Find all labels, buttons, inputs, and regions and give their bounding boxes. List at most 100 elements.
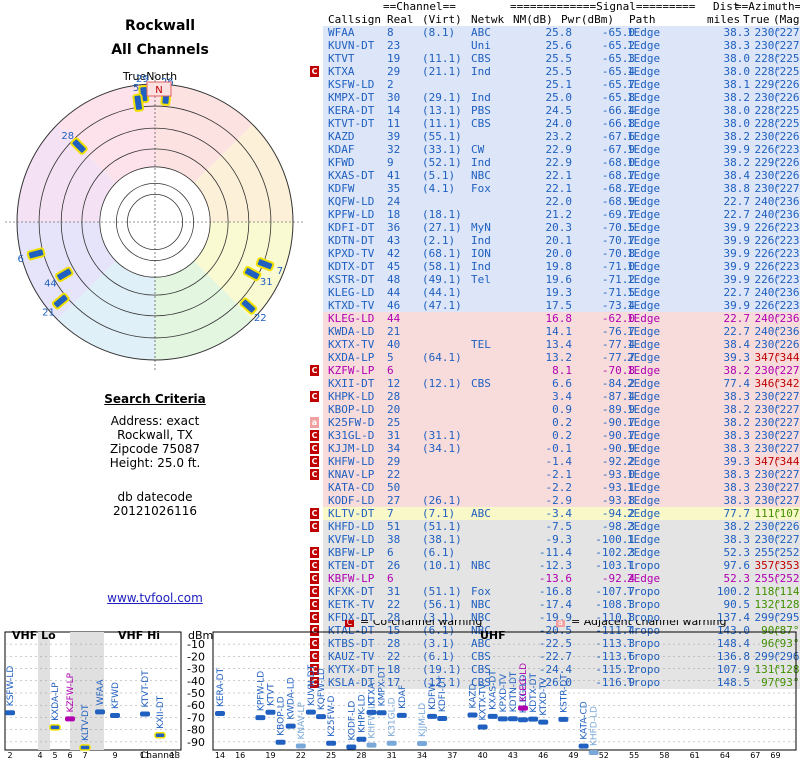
cell-mag: (344°) <box>773 351 800 364</box>
x-tick-label: 4 <box>37 751 42 760</box>
station-row: KXII-DT 12 (12.1) CBS 6.6 -84.2 2Edge 77.4 346°(… <box>323 377 800 390</box>
cell-call: KXDA-LP <box>328 351 375 364</box>
cell-real: 22 <box>387 468 401 481</box>
cell-nm: 22.9 <box>545 143 573 156</box>
cell-path: 2Edge <box>627 520 661 533</box>
cell-path: 1Edge <box>627 78 661 91</box>
cell-nm: -17.4 <box>538 598 572 611</box>
cell-real: 51 <box>387 520 401 533</box>
cell-mag: (227°) <box>773 182 800 195</box>
station-row: KXAS-DT 41 (5.1) NBC 22.1 -68.7 1Edge 38.4 230°(… <box>323 169 800 182</box>
cell-nm: 24.0 <box>545 117 573 130</box>
cell-virt: (5.1) <box>422 169 456 182</box>
cell-real: 7 <box>387 507 394 520</box>
uhf-bar-KDAF: KDAF <box>396 685 408 718</box>
uhf-bar-KHFD-LD: KHFD-LD <box>588 706 600 756</box>
cell-nm: -16.8 <box>538 585 572 598</box>
x-tick-label: 16 <box>235 751 245 760</box>
x-tick-label: 25 <box>326 751 336 760</box>
cell-dist: 38.3 <box>723 26 751 39</box>
x-tick-label: 31 <box>387 751 397 760</box>
cell-virt: (29.1) <box>422 91 462 104</box>
cell-call: KSFW-LD <box>328 78 375 91</box>
cell-virt: (27.1) <box>422 221 462 234</box>
uhf-bar-label: KTVT <box>267 683 277 706</box>
cell-call: K25FW-D <box>328 416 375 429</box>
station-row: KDTN-DT 43 (2.1) Ind 20.1 -70.7 1Edge 39.9 226°(… <box>323 234 800 247</box>
cell-dist: 97.6 <box>723 559 751 572</box>
co-channel-warning-icon: C <box>310 547 319 558</box>
station-row: K25FW-D250.2-90.71Edge38.2230°(227°) <box>323 416 800 429</box>
cell-dist: 38.3 <box>723 481 751 494</box>
search-city: Rockwall, TX <box>117 428 193 442</box>
cell-virt: (2.1) <box>422 234 456 247</box>
header-nm: NM(dB) <box>513 13 553 26</box>
cell-dist: 38.3 <box>723 533 751 546</box>
station-row: K31GL-D 31 (31.1) 0.2 -90.7 1Edge 38.3 230° (227… <box>323 429 800 442</box>
cell-call: WFAA <box>328 26 355 39</box>
x-tick-label: 19 <box>265 751 275 760</box>
cell-mag: (342°) <box>773 377 800 390</box>
x-tick-label: 14 <box>215 751 225 760</box>
cell-path: 1Edge <box>627 533 661 546</box>
cell-nm: 0.2 <box>552 416 572 429</box>
cell-nm: -0.1 <box>545 442 573 455</box>
cell-virt: (10.1) <box>422 559 462 572</box>
uhf-bar-label: KXAS-DT <box>489 670 499 710</box>
cell-call: KXAS-DT <box>328 169 375 182</box>
cell-net: Ind <box>471 234 491 247</box>
cell-nm: 0.2 <box>552 429 572 442</box>
cell-dist: 100.2 <box>716 585 750 598</box>
cell-real: 22 <box>387 598 401 611</box>
cell-path: 2Edge <box>627 377 661 390</box>
cell-call: KBFW-LP <box>328 546 375 559</box>
y-tick-label: -10 <box>187 638 205 651</box>
uhf-bar-mark <box>346 744 357 750</box>
cell-virt: (47.1) <box>422 299 462 312</box>
vhf-bar-label: WFAA <box>96 679 106 706</box>
cell-call: KDTN-DT <box>328 234 375 247</box>
uhf-bar-KDTN-DT: KDTN-DT <box>507 671 519 722</box>
uhf-bar-KPXD-TV: KPXD-TV <box>497 673 509 722</box>
x-tick-label: 64 <box>720 751 730 760</box>
cell-nm: 23.2 <box>545 130 573 143</box>
station-row: KPXD-TV 42 (68.1) ION 20.0 -70.8 1Edge 39.9 226°… <box>323 247 800 260</box>
cell-real: 21 <box>387 325 401 338</box>
cell-mag: (225°) <box>773 104 800 117</box>
cell-call: KERA-DT <box>328 104 375 117</box>
y-tick-label: -30 <box>187 663 205 676</box>
cell-path: 1Edge <box>627 364 661 377</box>
cell-net: Fox <box>471 182 491 195</box>
cell-real: 45 <box>387 260 401 273</box>
cell-mag: (226°) <box>773 520 800 533</box>
cell-call: KHFD-LD <box>328 520 375 533</box>
tvfool-link[interactable]: www.tvfool.com <box>0 591 310 605</box>
header-callsign: Callsign <box>328 13 381 26</box>
uhf-bar-label: KDFI-DT <box>438 675 448 712</box>
cell-real: 6 <box>387 364 394 377</box>
cell-net: Tel <box>471 273 491 286</box>
cell-nm: 25.5 <box>545 52 573 65</box>
co-channel-warning-icon: C <box>310 573 319 584</box>
cell-nm: 16.8 <box>545 312 573 325</box>
x-tick-label: 69 <box>770 751 780 760</box>
station-row: KHFD-LD 51 (51.1) -7.5 -98.3 2Edge 38.2 230° (22… <box>323 520 800 533</box>
uhf-bar-label: KMPX-DT <box>378 665 388 706</box>
cell-path: 1Edge <box>627 143 661 156</box>
vhf-bar-KFWD: KFWD <box>110 682 121 718</box>
co-channel-warning-icon: C <box>310 521 319 532</box>
uhf-bar-mark <box>285 723 296 729</box>
y-tick-label: -90 <box>187 736 205 749</box>
cell-call: KUVN-DT <box>328 39 375 52</box>
cell-mag: (223°) <box>773 221 800 234</box>
uhf-bar-mark <box>518 717 528 723</box>
cell-nm: 19.3 <box>545 286 573 299</box>
cell-real: 18 <box>387 208 401 221</box>
uhf-bar-KNAV-LP: KNAV-LP <box>295 701 307 749</box>
polar-marker-label: 6 <box>17 254 23 265</box>
uhf-bar-mark <box>366 742 377 748</box>
cell-real: 27 <box>387 494 401 507</box>
cell-nm: 25.1 <box>545 78 573 91</box>
cell-dist: 38.2 <box>723 416 751 429</box>
cell-mag: (227°) <box>773 442 800 455</box>
